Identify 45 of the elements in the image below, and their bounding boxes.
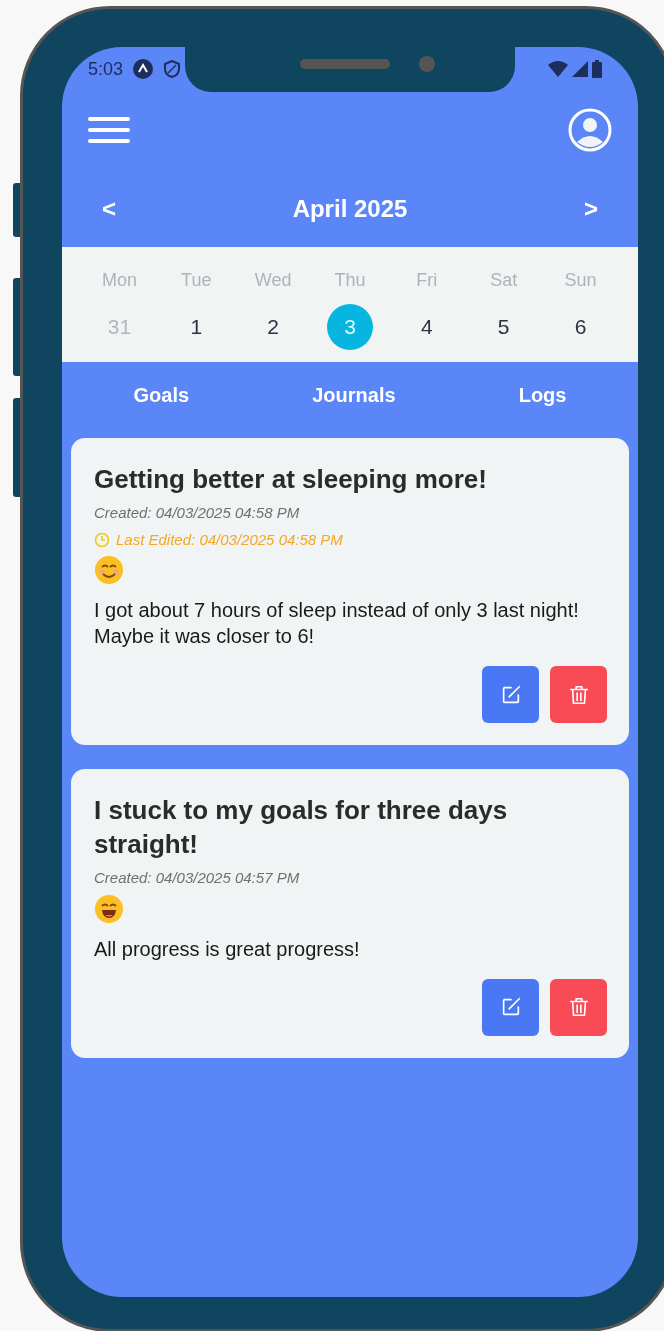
- entry-text: Maybe it was closer to 6!: [94, 624, 316, 649]
- grinning-face-icon: [94, 893, 124, 924]
- wifi-icon: [548, 61, 568, 77]
- edit-button[interactable]: [482, 978, 539, 1036]
- trash-icon: [567, 996, 590, 1018]
- weekday-label: Tue: [181, 269, 212, 292]
- weekday-label: Sun: [564, 269, 597, 292]
- trash-icon: [567, 683, 590, 706]
- day-button[interactable]: 3: [327, 304, 373, 350]
- next-month-button[interactable]: >: [583, 191, 598, 227]
- smiling-face-icon: [94, 555, 124, 585]
- entry-text: I got about 7 hours of sleep instead of only 3 last night!: [94, 598, 580, 623]
- weekday-label: Mon: [101, 269, 137, 292]
- day-button[interactable]: 4: [403, 304, 450, 350]
- weekday-label: Wed: [254, 269, 292, 292]
- delete-button[interactable]: [550, 666, 607, 723]
- created-date: Created: 04/03/2025 04:57 PM: [94, 868, 301, 888]
- profile-icon[interactable]: [568, 108, 612, 152]
- weekday-label: Fri: [416, 269, 438, 292]
- edit-button[interactable]: [482, 666, 539, 723]
- day-button[interactable]: 1: [173, 304, 220, 350]
- delete-button[interactable]: [550, 978, 607, 1036]
- signal-icon: [572, 61, 588, 77]
- weekday-label: Thu: [334, 269, 366, 292]
- day-button[interactable]: 5: [480, 304, 527, 350]
- weekday-label: Sat: [490, 269, 518, 292]
- tab[interactable]: Logs: [518, 380, 567, 410]
- clock-icon: [94, 531, 110, 548]
- status-time: 5:03: [88, 57, 124, 81]
- shield-icon: [163, 59, 182, 79]
- day-button[interactable]: 2: [250, 304, 297, 350]
- month-title: April 2025: [292, 194, 408, 224]
- day-button[interactable]: 31: [96, 304, 143, 350]
- tab[interactable]: Goals: [133, 380, 190, 410]
- battery-icon: [592, 60, 602, 78]
- tab[interactable]: Journals: [312, 380, 396, 410]
- day-button[interactable]: 6: [557, 304, 604, 350]
- last-edited-date: Last Edited: 04/03/2025 04:58 PM: [116, 529, 343, 550]
- entry-text: All progress is great progress!: [94, 936, 361, 962]
- entry-title: Getting better at sleeping more!: [94, 463, 488, 496]
- entry-title: I stuck to my goals for three days straight!: [94, 794, 509, 861]
- app-notification-icon: [133, 59, 154, 79]
- menu-icon[interactable]: [88, 115, 130, 145]
- previous-month-button[interactable]: <: [102, 191, 116, 227]
- created-date: Created: 04/03/2025 04:58 PM: [94, 503, 301, 523]
